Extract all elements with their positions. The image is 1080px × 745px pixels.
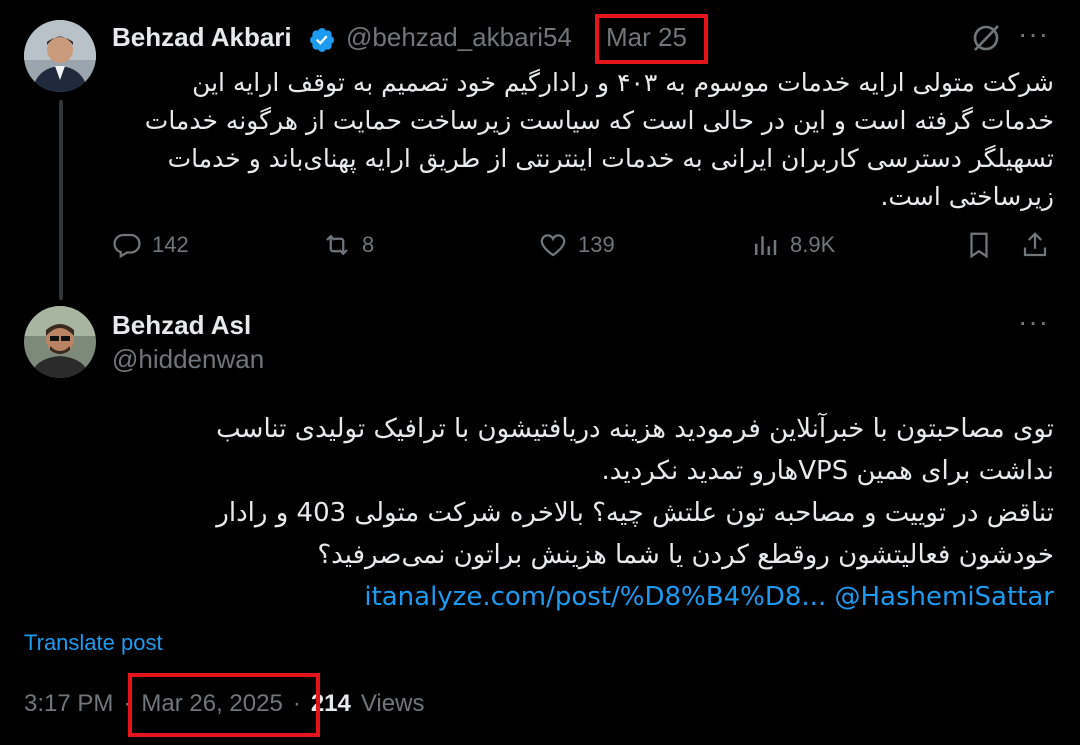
reply-icon: [113, 233, 141, 259]
like-count: 139: [578, 232, 615, 257]
author-name[interactable]: Behzad Akbari: [112, 22, 292, 53]
reply-line-3: تناقض در توییت و مصاحبه تون علتش چیه؟ با…: [216, 498, 1054, 528]
like-button[interactable]: 139: [538, 230, 615, 260]
repost-count: 8: [362, 232, 375, 257]
tweet-body: شرکت متولی ارایه خدمات موسوم به ۴۰۳ و را…: [144, 68, 1054, 211]
author-handle-2[interactable]: @hiddenwan: [112, 344, 264, 375]
reply-line-1: توی مصاحبتون با خبرآنلاین فرمودید هزینه …: [216, 414, 1054, 444]
views-button[interactable]: 8.9K: [750, 230, 835, 260]
highlight-box-date-1: [595, 14, 708, 64]
view-count: 8.9K: [790, 232, 836, 257]
avatar-behzad-akbari[interactable]: [24, 20, 96, 92]
share-icon[interactable]: [1020, 230, 1050, 260]
more-options-icon[interactable]: ···: [1018, 18, 1049, 50]
analytics-icon: [755, 236, 777, 255]
reply-links-line: itanalyze.com/post/%D8%B4%D8... @Hashemi…: [60, 576, 1054, 618]
repost-icon: [326, 234, 348, 256]
verified-badge-icon: [310, 28, 334, 52]
heart-icon: [540, 234, 566, 257]
avatar-behzad-asl[interactable]: [24, 306, 96, 378]
reply-button[interactable]: 142: [112, 230, 189, 260]
reply-line-2: نداشت برای همین VPSهارو تمدید نکردید.: [601, 456, 1054, 486]
mention-link[interactable]: @HashemiSattar: [834, 582, 1054, 612]
more-options-icon-2[interactable]: ···: [1018, 306, 1049, 338]
repost-button[interactable]: 8: [322, 230, 374, 260]
thread-connector-line: [59, 100, 63, 300]
reply-body: توی مصاحبتون با خبرآنلاین فرمودید هزینه …: [60, 408, 1054, 618]
grok-icon[interactable]: [970, 22, 1002, 54]
views-label: Views: [360, 690, 425, 717]
bookmark-icon[interactable]: [964, 230, 994, 260]
tweet-time[interactable]: 3:17 PM: [24, 690, 113, 718]
reply-line-4: خودشون فعالیتشون روقطع کردن یا شما هزینش…: [317, 540, 1054, 570]
reply-count: 142: [152, 232, 189, 257]
author-handle[interactable]: @behzad_akbari54: [346, 22, 572, 53]
author-name-2[interactable]: Behzad Asl: [112, 310, 251, 341]
highlight-box-date-2: [128, 673, 320, 737]
external-link[interactable]: itanalyze.com/post/%D8%B4%D8...: [364, 582, 826, 612]
translate-post-link[interactable]: Translate post: [24, 630, 163, 656]
